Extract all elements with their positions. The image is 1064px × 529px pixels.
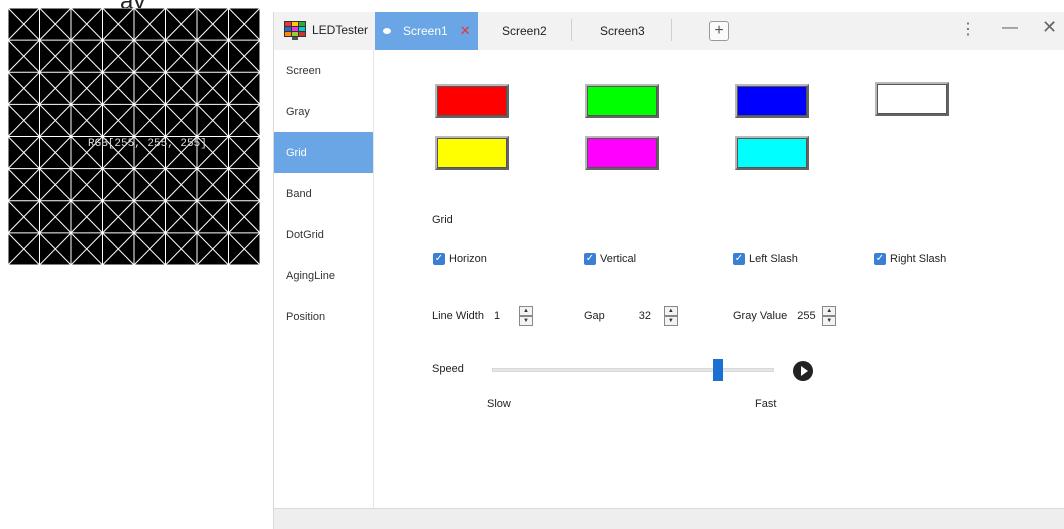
gray-value-label: Gray Value (733, 310, 788, 322)
sidebar-item-agingline[interactable]: AgingLine (274, 255, 373, 296)
slow-label: Slow (487, 398, 511, 410)
tab-label: Screen1 (403, 24, 448, 38)
gap-value[interactable]: 32 (636, 306, 664, 326)
line-width-stepper[interactable]: 1 ▲ ▼ (489, 305, 534, 327)
checkbox-horizon[interactable]: ✓ Horizon (433, 253, 487, 265)
checkbox-checked-icon: ✓ (874, 253, 886, 265)
line-width-control: Line Width 1 ▲ ▼ (432, 305, 534, 327)
sidebar-item-position[interactable]: Position (274, 296, 373, 337)
checkbox-label: Right Slash (890, 253, 947, 265)
swatch-magenta[interactable] (585, 136, 659, 170)
swatch-green[interactable] (585, 84, 659, 118)
swatch-red[interactable] (435, 84, 509, 118)
tab-separator (571, 19, 572, 41)
checkbox-label: Left Slash (749, 253, 798, 265)
decrement-icon[interactable]: ▼ (518, 316, 533, 326)
speed-label: Speed (432, 363, 464, 375)
eye-icon (383, 28, 391, 34)
swatch-white[interactable] (875, 82, 949, 116)
grid-preview: RGB[255, 255, 255] (8, 8, 260, 265)
speed-slider-track[interactable] (492, 368, 774, 372)
close-tab-icon[interactable]: ✕ (460, 23, 471, 39)
tab-screen3[interactable]: Screen3 (600, 12, 645, 50)
close-window-button[interactable]: ✕ (1042, 17, 1057, 38)
app-window: LEDTester Screen1 ✕ Screen2 Screen3 + ⋮ … (273, 12, 1064, 529)
main-panel: Grid ✓ Horizon ✓ Vertical ✓ Left Slash ✓… (374, 50, 1064, 508)
sidebar-item-band[interactable]: Band (274, 173, 373, 214)
gray-value-stepper[interactable]: 255 ▲ ▼ (793, 305, 838, 327)
sidebar: Screen Gray Grid Band DotGrid AgingLine … (274, 50, 374, 519)
increment-icon[interactable]: ▲ (663, 306, 678, 316)
decrement-icon[interactable]: ▼ (663, 316, 678, 326)
app-logo-icon (284, 21, 306, 40)
increment-icon[interactable]: ▲ (822, 306, 837, 316)
gap-label: Gap (584, 310, 605, 322)
sidebar-item-grid[interactable]: Grid (274, 132, 373, 173)
play-button[interactable] (793, 361, 813, 381)
tab-separator (671, 19, 672, 41)
checkbox-left-slash[interactable]: ✓ Left Slash (733, 253, 798, 265)
gap-stepper[interactable]: 32 ▲ ▼ (634, 305, 679, 327)
preview-area: ay RGB[255, 255, 255] (0, 0, 264, 270)
decrement-icon[interactable]: ▼ (822, 316, 837, 326)
tab-screen2[interactable]: Screen2 (502, 12, 547, 50)
gray-value-value[interactable]: 255 (794, 306, 822, 326)
speed-slider-handle[interactable] (712, 359, 723, 381)
tab-label: Screen3 (600, 24, 645, 38)
checkbox-checked-icon: ✓ (433, 253, 445, 265)
screen: ay RGB[255, 255, 255] LEDTester Screen1 … (0, 0, 1064, 529)
grid-pattern (8, 8, 260, 265)
add-tab-button[interactable]: + (709, 21, 729, 41)
checkbox-right-slash[interactable]: ✓ Right Slash (874, 253, 946, 265)
sidebar-item-dotgrid[interactable]: DotGrid (274, 214, 373, 255)
checkbox-vertical[interactable]: ✓ Vertical (584, 253, 636, 265)
checkbox-checked-icon: ✓ (584, 253, 596, 265)
minimize-button[interactable]: — (1002, 19, 1018, 37)
line-width-label: Line Width (432, 310, 484, 322)
swatch-yellow[interactable] (435, 136, 509, 170)
swatch-cyan[interactable] (735, 136, 809, 170)
increment-icon[interactable]: ▲ (518, 306, 533, 316)
sidebar-item-gray[interactable]: Gray (274, 91, 373, 132)
gray-value-control: Gray Value 255 ▲ ▼ (733, 305, 838, 327)
line-width-value[interactable]: 1 (491, 306, 519, 326)
checkbox-label: Horizon (449, 253, 487, 265)
tab-screen1[interactable]: Screen1 ✕ (375, 12, 478, 50)
checkbox-label: Vertical (600, 253, 637, 265)
grid-section-label: Grid (432, 214, 453, 226)
swatch-blue[interactable] (735, 84, 809, 118)
sidebar-item-screen[interactable]: Screen (274, 50, 373, 91)
preview-rgb-label: RGB[255, 255, 255] (88, 138, 207, 150)
title-bar: LEDTester Screen1 ✕ Screen2 Screen3 + ⋮ … (274, 12, 1064, 50)
menu-icon[interactable]: ⋮ (960, 19, 976, 39)
app-name: LEDTester (312, 23, 369, 37)
fast-label: Fast (755, 398, 777, 410)
gap-control: Gap 32 ▲ ▼ (584, 305, 679, 327)
checkbox-checked-icon: ✓ (733, 253, 745, 265)
status-bar (274, 508, 1064, 529)
tab-label: Screen2 (502, 24, 547, 38)
